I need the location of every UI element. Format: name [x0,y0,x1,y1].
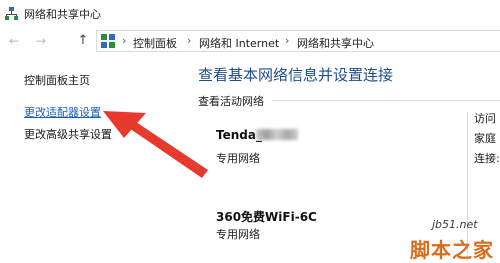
address-bar[interactable]: › 控制面板 › 网络和 Internet › 网络和共享中心 [96,30,500,52]
title-bar: 网络和共享中心 [0,0,500,28]
blurred-network-suffix [256,129,298,140]
back-arrow-icon[interactable]: ← [7,34,21,48]
breadcrumb-network-sharing-center[interactable]: 网络和共享中心 [297,35,374,51]
breadcrumb-control-panel[interactable]: 控制面板 [133,35,177,51]
connections-label: 连接: [474,152,500,165]
section-label: 查看活动网络 [198,95,264,108]
sidebar-item-control-panel-home[interactable]: 控制面板主页 [24,72,90,88]
network-name: 360免费WiFi-6C [216,210,317,224]
network-type-link[interactable]: 专用网络 [216,150,260,166]
breadcrumb-separator-icon: › [285,34,290,47]
up-arrow-icon[interactable]: ↑ [76,34,90,48]
section-divider [272,100,500,101]
page-title: 查看基本网络信息并设置连接 [198,66,394,84]
window-title: 网络和共享中心 [24,8,101,21]
access-type-label: 访问 [474,112,496,125]
network-type-link[interactable]: 专用网络 [216,226,260,242]
watermark-url: jb51.net [432,218,478,231]
sidebar-item-change-advanced-sharing[interactable]: 更改高级共享设置 [24,126,112,142]
arrow-shaft [126,118,208,178]
watermark-site-name: 脚本之家 [410,238,494,262]
breadcrumb-separator-icon: › [187,34,192,47]
homegroup-label: 家庭 [474,132,496,145]
control-panel-icon [101,34,115,48]
breadcrumb-network-internet[interactable]: 网络和 Internet [199,35,279,51]
navigation-bar: ← → ↑ › 控制面板 › 网络和 Internet › 网络和共享中心 [0,28,500,56]
breadcrumb-separator-icon: › [122,34,127,47]
sidebar-item-change-adapter-settings[interactable]: 更改适配器设置 [24,104,101,120]
network-sharing-icon [5,7,18,20]
forward-arrow-icon[interactable]: → [34,34,48,48]
